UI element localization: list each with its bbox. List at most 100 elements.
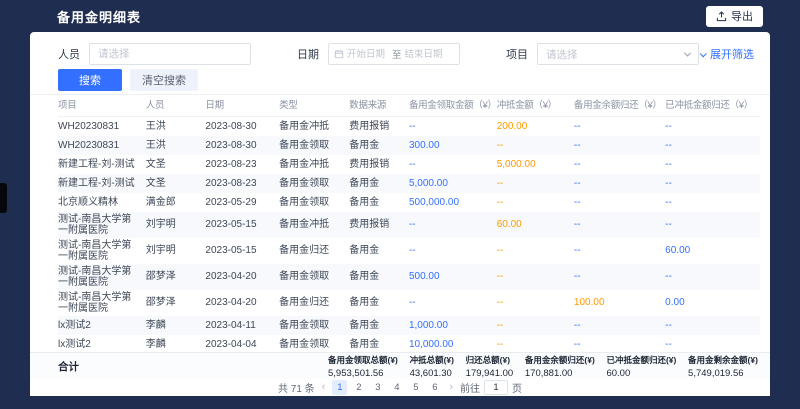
page-button-6[interactable]: 6 [427, 380, 442, 395]
table-row[interactable]: 测试-南昌大学第一附属医院邵梦泽2023-04-20备用金归还备用金----10… [58, 290, 760, 316]
summary-items: 备用金领取总额(¥)5,953,501.56冲抵总额(¥)43,601.30归还… [328, 354, 758, 379]
cell-date: 2023-05-15 [205, 238, 279, 264]
summary-item-value: 43,601.30 [410, 368, 454, 379]
cell-balance-return: -- [574, 117, 665, 136]
goto-suffix-label: 页 [512, 380, 522, 395]
cell-offset-amount: -- [497, 238, 574, 264]
cell-person: 李麟 [146, 335, 206, 353]
expand-chevron-icon [700, 50, 707, 57]
clear-search-button[interactable]: 清空搜索 [130, 69, 198, 91]
export-button[interactable]: 导出 [706, 6, 763, 27]
data-table: 项目人员日期类型数据来源备用金领取金额（¥）冲抵金额（¥）备用金余额归还（¥）已… [30, 94, 770, 352]
cell-offset-amount: 5,000.00 [497, 155, 574, 174]
cell-source: 备用金 [349, 136, 409, 155]
cell-source: 备用金 [349, 238, 409, 264]
cell-receive-amount: 500.00 [409, 264, 497, 290]
cell-person: 刘宇明 [146, 238, 206, 264]
action-button-row: 搜索 清空搜索 [30, 66, 770, 94]
cell-offset-return: -- [665, 193, 760, 212]
filter-bar: 人员 日期 至 项目 请选择 [30, 32, 770, 66]
cell-date: 2023-04-20 [205, 290, 279, 316]
table-row[interactable]: 新建工程-刘-测试文圣2023-08-23备用金冲抵费用报销--5,000.00… [58, 155, 760, 174]
cell-offset-return: -- [665, 316, 760, 335]
page-button-2[interactable]: 2 [351, 380, 366, 395]
table-row[interactable]: 新建工程-刘-测试文圣2023-08-23备用金领取备用金5,000.00---… [58, 174, 760, 193]
cell-date: 2023-05-29 [205, 193, 279, 212]
goto-page-input[interactable] [484, 380, 508, 395]
page-button-3[interactable]: 3 [370, 380, 385, 395]
cell-offset-amount: -- [497, 193, 574, 212]
page-button-1[interactable]: 1 [332, 380, 347, 395]
cell-offset-return: -- [665, 335, 760, 353]
cell-receive-amount: -- [409, 290, 497, 316]
table-row[interactable]: 北京顺义精林满金郎2023-05-29备用金领取备用金500,000.00---… [58, 193, 760, 212]
cell-type: 备用金冲抵 [279, 117, 349, 136]
column-header-type: 类型 [279, 95, 349, 117]
cell-offset-amount: -- [497, 136, 574, 155]
cell-type: 备用金领取 [279, 136, 349, 155]
table-row[interactable]: 测试-南昌大学第一附属医院刘宇明2023-05-15备用金冲抵费用报销--60.… [58, 212, 760, 238]
person-filter: 人员 [58, 43, 251, 65]
table-row[interactable]: lx测试2李麟2023-04-11备用金领取备用金1,000.00------ [58, 316, 760, 335]
cell-offset-amount: -- [497, 264, 574, 290]
cell-balance-return: -- [574, 238, 665, 264]
date-range-picker[interactable]: 至 [328, 43, 460, 65]
cell-source: 费用报销 [349, 155, 409, 174]
summary-item: 备用金余额归还(¥)170,881.00 [525, 354, 595, 379]
date-start-input[interactable] [347, 49, 389, 60]
summary-item: 已冲抵金额归还(¥)60.00 [606, 354, 676, 379]
page-button-5[interactable]: 5 [408, 380, 423, 395]
cell-receive-amount: -- [409, 155, 497, 174]
cell-project: lx测试2 [58, 316, 146, 335]
next-page-button[interactable]: › [449, 382, 453, 393]
cell-project: 北京顺义精林 [58, 193, 146, 212]
project-filter-placeholder: 请选择 [546, 47, 578, 62]
top-header: 备用金明细表 导出 [0, 0, 800, 32]
cell-offset-amount: -- [497, 174, 574, 193]
cell-project: WH20230831 [58, 117, 146, 136]
column-header-project: 项目 [58, 95, 146, 117]
table-row[interactable]: 测试-南昌大学第一附属医院刘宇明2023-05-15备用金归还备用金------… [58, 238, 760, 264]
table-row[interactable]: 测试-南昌大学第一附属医院邵梦泽2023-04-20备用金领取备用金500.00… [58, 264, 760, 290]
cell-offset-amount: 200.00 [497, 117, 574, 136]
sidebar-expand-handle[interactable] [0, 183, 7, 213]
cell-type: 备用金冲抵 [279, 155, 349, 174]
column-header-receive-amount: 备用金领取金额（¥） [409, 95, 497, 117]
column-header-offset-return: 已冲抵金额归还（¥） [665, 95, 760, 117]
expand-filter-link[interactable]: 展开筛选 [700, 46, 754, 62]
table-body: WH20230831王洪2023-08-30备用金冲抵费用报销--200.00-… [58, 117, 760, 353]
person-filter-input[interactable] [89, 43, 251, 65]
table-header: 项目人员日期类型数据来源备用金领取金额（¥）冲抵金额（¥）备用金余额归还（¥）已… [58, 95, 760, 117]
cell-project: 新建工程-刘-测试 [58, 155, 146, 174]
cell-receive-amount: -- [409, 238, 497, 264]
date-end-input[interactable] [405, 49, 447, 60]
cell-source: 费用报销 [349, 212, 409, 238]
page-button-4[interactable]: 4 [389, 380, 404, 395]
cell-offset-return: 60.00 [665, 238, 760, 264]
cell-project: lx测试2 [58, 335, 146, 353]
prev-page-button[interactable]: ‹ [322, 382, 326, 393]
column-header-person: 人员 [146, 95, 206, 117]
summary-item-value: 170,881.00 [525, 368, 595, 379]
table-row[interactable]: lx测试2李麟2023-04-04备用金领取备用金10,000.00------ [58, 335, 760, 353]
cell-type: 备用金领取 [279, 264, 349, 290]
cell-source: 备用金 [349, 290, 409, 316]
cell-receive-amount: 500,000.00 [409, 193, 497, 212]
search-button[interactable]: 搜索 [58, 69, 122, 91]
cell-date: 2023-04-20 [205, 264, 279, 290]
cell-date: 2023-08-30 [205, 136, 279, 155]
cell-receive-amount: 5,000.00 [409, 174, 497, 193]
export-label: 导出 [731, 8, 753, 24]
chevron-down-icon [684, 49, 691, 56]
table-row[interactable]: WH20230831王洪2023-08-30备用金领取备用金300.00----… [58, 136, 760, 155]
pagination: 共 71 条 ‹ 123456 › 前往 页 [30, 379, 770, 396]
cell-person: 刘宇明 [146, 212, 206, 238]
project-filter-select[interactable]: 请选择 [537, 43, 699, 65]
cell-balance-return: -- [574, 193, 665, 212]
date-separator: 至 [392, 47, 402, 61]
cell-receive-amount: -- [409, 212, 497, 238]
cell-offset-amount: -- [497, 290, 574, 316]
cell-type: 备用金领取 [279, 335, 349, 353]
cell-source: 备用金 [349, 316, 409, 335]
table-row[interactable]: WH20230831王洪2023-08-30备用金冲抵费用报销--200.00-… [58, 117, 760, 136]
